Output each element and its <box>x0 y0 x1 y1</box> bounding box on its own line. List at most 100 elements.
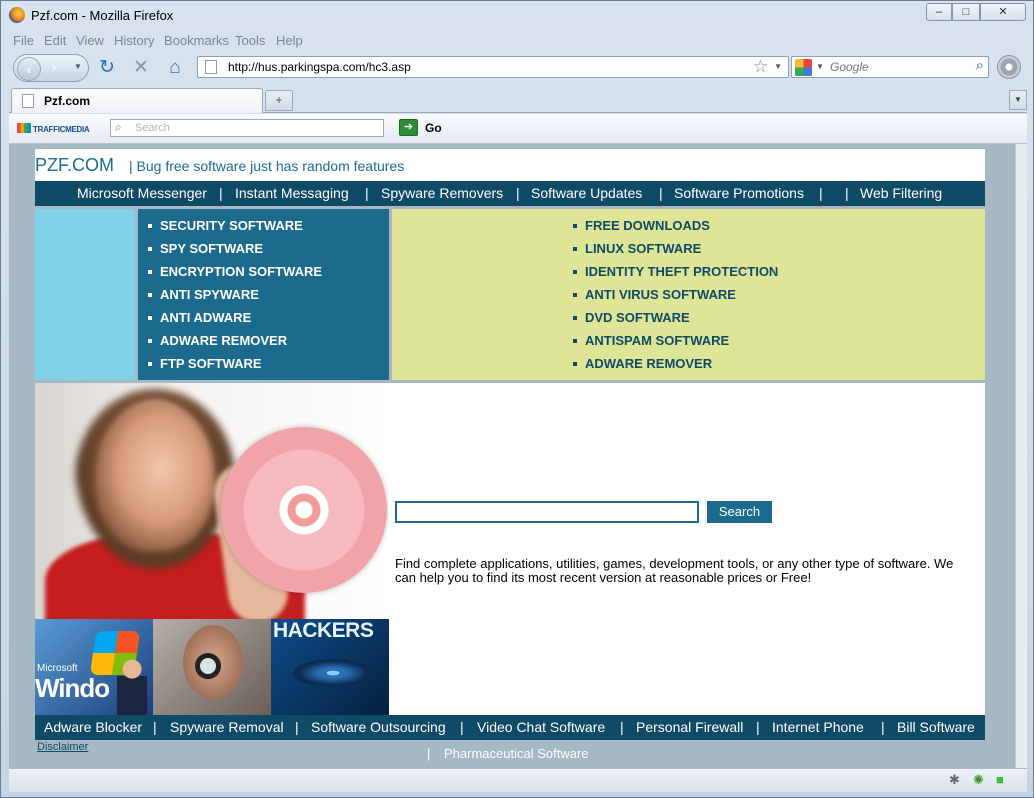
nav-link[interactable]: Internet Phone <box>772 719 864 735</box>
pharmaceutical-software-link[interactable]: Pharmaceutical Software <box>444 746 589 761</box>
addon-icon[interactable]: ✱ <box>949 772 960 788</box>
nav-link[interactable]: Spyware Removal <box>170 719 284 735</box>
vertical-scrollbar[interactable] <box>1015 144 1027 768</box>
disclaimer-link[interactable]: Disclaimer <box>37 741 88 753</box>
hackers-image: HACKERS <box>271 619 389 715</box>
google-icon[interactable] <box>795 59 812 76</box>
browser-window: Pzf.com - Mozilla Firefox ‒ □ ✕ File Edi… <box>0 0 1034 798</box>
status-square-icon[interactable]: ■ <box>996 772 1004 787</box>
url-dropdown-icon[interactable]: ▼ <box>774 62 782 71</box>
category-link[interactable]: IDENTITY THEFT PROTECTION <box>573 264 778 279</box>
web-search-placeholder[interactable]: Google <box>830 60 869 74</box>
history-dropdown-icon[interactable]: ▼ <box>74 62 82 71</box>
category-link[interactable]: SECURITY SOFTWARE <box>148 218 303 233</box>
category-link[interactable]: ADWARE REMOVER <box>573 356 712 371</box>
separator: | <box>427 746 431 761</box>
bug-icon[interactable]: ✺ <box>973 772 984 788</box>
category-link[interactable]: FREE DOWNLOADS <box>573 218 710 233</box>
nav-link[interactable]: Web Filtering <box>860 185 942 201</box>
site-tagline: | Bug free software just has random feat… <box>129 158 405 174</box>
menu-view[interactable]: View <box>76 33 104 48</box>
engine-dropdown-icon[interactable]: ▼ <box>816 62 824 71</box>
trafficmedia-toolbar: TRAFFICMEDIA ⌕ Search ➔ Go <box>9 114 1027 144</box>
title-bar: Pzf.com - Mozilla Firefox ‒ □ ✕ <box>1 1 1033 29</box>
menu-tools[interactable]: Tools <box>235 33 265 48</box>
bookmark-star-icon[interactable]: ☆ <box>753 57 768 77</box>
decor-column <box>35 209 135 380</box>
site-search-input[interactable] <box>395 501 699 523</box>
top-navigation: Microsoft Messenger | Instant Messaging … <box>35 181 985 206</box>
gear-icon[interactable] <box>997 55 1021 79</box>
tab-label[interactable]: Pzf.com <box>44 94 90 108</box>
category-link[interactable]: SPY SOFTWARE <box>148 241 263 256</box>
category-link[interactable]: DVD SOFTWARE <box>573 310 690 325</box>
nav-link[interactable]: Video Chat Software <box>477 719 605 735</box>
magnifying-glass-icon <box>195 653 221 679</box>
url-bar[interactable]: http://hus.parkingspa.com/hc3.asp ☆ ▼ <box>197 56 789 78</box>
nav-link[interactable]: Bill Software <box>897 719 975 735</box>
nav-link[interactable]: Instant Messaging <box>235 185 349 201</box>
site-search-button[interactable]: Search <box>707 501 772 523</box>
go-button[interactable]: Go <box>425 121 442 135</box>
status-bar: ✱ ✺ ■ <box>9 768 1027 792</box>
category-link[interactable]: FTP SOFTWARE <box>148 356 262 371</box>
toolbar-search-input[interactable]: ⌕ Search <box>110 119 384 137</box>
cd-disc-image <box>221 427 387 593</box>
image-strip: Microsoft Windo HACKERS <box>35 619 389 715</box>
nav-link[interactable]: Software Outsourcing <box>311 719 446 735</box>
category-link[interactable]: ANTI ADWARE <box>148 310 251 325</box>
category-link[interactable]: LINUX SOFTWARE <box>573 241 701 256</box>
main-content: Search Find complete applications, utili… <box>389 383 985 715</box>
category-link[interactable]: ANTI SPYWARE <box>148 287 259 302</box>
toolbar-search-placeholder[interactable]: Search <box>135 122 170 134</box>
site-description: Find complete applications, utilities, g… <box>395 556 954 585</box>
tab-bar: Pzf.com + ▼ <box>9 87 1027 113</box>
site-header: PZF.COM | Bug free software just has ran… <box>35 149 985 181</box>
category-link[interactable]: ADWARE REMOVER <box>148 333 287 348</box>
tab-pzf[interactable]: Pzf.com <box>11 88 263 113</box>
nav-link[interactable]: Adware Blocker <box>44 719 142 735</box>
menu-bookmarks[interactable]: Bookmarks <box>164 33 229 48</box>
back-arrow-icon[interactable]: ‹ <box>17 57 41 81</box>
menu-file[interactable]: File <box>13 33 34 48</box>
magnifier-image <box>153 619 271 715</box>
nav-link[interactable]: Microsoft Messenger <box>77 185 207 201</box>
search-icon[interactable]: ⌕ <box>976 57 984 74</box>
nav-link[interactable]: Personal Firewall <box>636 719 743 735</box>
windows-image: Microsoft Windo <box>35 619 153 715</box>
site-logo[interactable]: PZF.COM <box>35 155 114 176</box>
category-link[interactable]: ANTI VIRUS SOFTWARE <box>573 287 736 302</box>
page-viewport: PZF.COM | Bug free software just has ran… <box>9 144 1015 768</box>
bottom-navigation: Adware Blocker | Spyware Removal | Softw… <box>35 715 985 740</box>
home-icon[interactable]: ⌂ <box>163 56 187 80</box>
nav-link[interactable]: Software Promotions <box>674 185 804 201</box>
url-text[interactable]: http://hus.parkingspa.com/hc3.asp <box>228 60 411 74</box>
nav-link[interactable]: Software Updates <box>531 185 642 201</box>
minimize-button[interactable]: ‒ <box>926 3 952 21</box>
hero-image <box>35 383 389 619</box>
page-icon <box>22 94 34 108</box>
menu-bar: File Edit View History Bookmarks Tools H… <box>9 31 1027 51</box>
menu-edit[interactable]: Edit <box>44 33 66 48</box>
trafficmedia-logo: TRAFFICMEDIA <box>17 123 90 134</box>
reload-icon[interactable]: ↻ <box>95 56 119 80</box>
menu-history[interactable]: History <box>114 33 154 48</box>
left-link-column: SECURITY SOFTWARE SPY SOFTWARE ENCRYPTIO… <box>138 209 389 380</box>
category-link[interactable]: ENCRYPTION SOFTWARE <box>148 264 322 279</box>
nav-link[interactable]: Spyware Removers <box>381 185 503 201</box>
new-tab-button[interactable]: + <box>265 90 293 111</box>
eye-icon <box>293 659 373 687</box>
forward-arrow-icon[interactable]: › <box>52 59 56 74</box>
search-icon: ⌕ <box>115 120 122 134</box>
category-link[interactable]: ANTISPAM SOFTWARE <box>573 333 729 348</box>
website: PZF.COM | Bug free software just has ran… <box>35 149 985 768</box>
menu-help[interactable]: Help <box>276 33 303 48</box>
web-search-bar[interactable]: ▼ Google ⌕ <box>791 56 989 78</box>
go-arrow-icon[interactable]: ➔ <box>399 119 418 136</box>
maximize-button[interactable]: □ <box>952 3 980 21</box>
close-button[interactable]: ✕ <box>980 3 1026 21</box>
page-icon <box>205 60 217 74</box>
firefox-icon <box>9 7 25 23</box>
tab-list-icon[interactable]: ▼ <box>1009 90 1027 110</box>
stop-icon[interactable]: ✕ <box>129 56 153 80</box>
